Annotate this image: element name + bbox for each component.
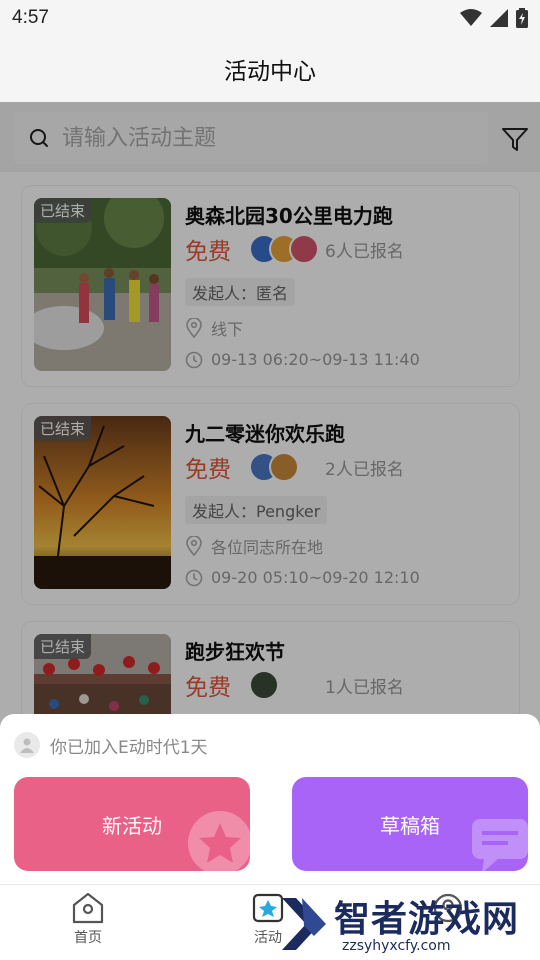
new-activity-button[interactable]: 新活动 [14, 777, 250, 871]
page-title: 活动中心 [224, 59, 316, 85]
message-icon [472, 819, 528, 871]
drafts-label: 草稿箱 [380, 813, 440, 838]
tab-activity[interactable]: 活动 [250, 891, 286, 947]
profile-icon [433, 893, 463, 923]
star-icon [188, 811, 250, 871]
status-bar: 4:57 [0, 0, 540, 36]
title-bar: 活动中心 [0, 36, 540, 102]
wifi-icon [460, 9, 482, 26]
tab-activity-label: 活动 [254, 930, 282, 946]
tab-profile[interactable] [430, 891, 466, 925]
user-icon [20, 738, 34, 753]
signal-icon [490, 9, 508, 27]
new-activity-label: 新活动 [102, 813, 162, 838]
activity-icon [252, 893, 284, 923]
home-icon [72, 892, 104, 924]
tab-home[interactable]: 首页 [70, 891, 106, 947]
user-avatar [14, 732, 40, 758]
tab-home-label: 首页 [74, 930, 102, 946]
battery-icon [516, 8, 528, 28]
membership-row: 你已加入E动时代1天 [14, 732, 208, 758]
status-time: 4:57 [12, 7, 49, 28]
bottom-tabbar: 首页 活动 [0, 884, 540, 960]
status-icons [460, 8, 528, 28]
membership-text: 你已加入E动时代1天 [50, 737, 208, 758]
drafts-button[interactable]: 草稿箱 [292, 777, 528, 871]
